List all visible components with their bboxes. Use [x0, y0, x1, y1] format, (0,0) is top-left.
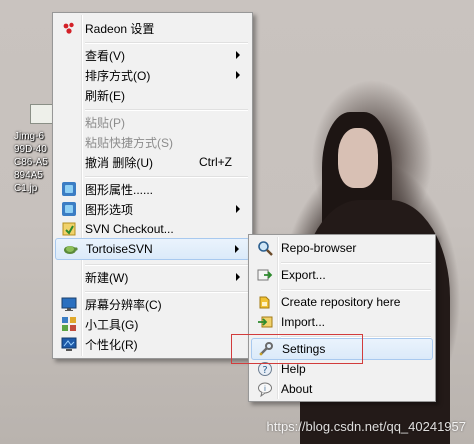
svg-text:i: i — [264, 385, 266, 393]
menu-item-label: 图形属性...... — [85, 182, 154, 197]
wallpaper-figure-face — [338, 128, 378, 188]
menu-item-label: 刷新(E) — [85, 88, 125, 103]
menu-item-paste[interactable]: 粘贴(P) — [55, 111, 250, 133]
menu-item-view[interactable]: 查看(V) — [55, 44, 250, 66]
menu-item-shortcut: Ctrl+Z — [199, 155, 232, 169]
menu-item-graphics-properties[interactable]: 图形属性...... — [55, 178, 250, 200]
menu-item-refresh[interactable]: 刷新(E) — [55, 84, 250, 106]
menu-item-label: 新建(W) — [85, 270, 129, 285]
menu-item-label: 个性化(R) — [85, 337, 138, 352]
radeon-icon — [61, 20, 77, 36]
menu-item-graphics-options[interactable]: 图形选项 — [55, 198, 250, 220]
menu-item-label: 撤消 删除(U) — [85, 155, 153, 170]
menu-item-import[interactable]: Import... — [251, 311, 433, 333]
menu-item-about[interactable]: i About — [251, 378, 433, 400]
menu-item-paste-shortcut[interactable]: 粘贴快捷方式(S) — [55, 131, 250, 153]
submenu-arrow-icon — [236, 51, 240, 59]
menu-item-label: 查看(V) — [85, 48, 125, 63]
menu-item-label: Repo-browser — [281, 241, 357, 255]
gadgets-icon — [61, 316, 77, 332]
menu-item-export[interactable]: Export... — [251, 264, 433, 286]
svn-checkout-icon — [61, 221, 77, 237]
menu-item-tortoisesvn[interactable]: TortoiseSVN — [55, 238, 250, 260]
submenu-arrow-icon — [236, 71, 240, 79]
graphics-options-icon — [61, 201, 77, 217]
submenu-arrow-icon — [236, 273, 240, 281]
menu-item-svn-checkout[interactable]: SVN Checkout... — [55, 218, 250, 240]
menu-item-create-repository[interactable]: Create repository here — [251, 291, 433, 313]
submenu-arrow-icon — [235, 245, 239, 253]
menu-item-label: About — [281, 382, 313, 396]
about-icon: i — [257, 381, 273, 397]
menu-item-label: 排序方式(O) — [85, 68, 151, 83]
svg-text:?: ? — [262, 365, 267, 376]
menu-item-new[interactable]: 新建(W) — [55, 266, 250, 288]
tortoisesvn-submenu: Repo-browser Export... Create repository… — [248, 234, 436, 402]
menu-item-label: 图形选项 — [85, 202, 134, 217]
export-icon — [257, 267, 273, 283]
menu-item-label: 小工具(G) — [85, 317, 139, 332]
submenu-arrow-icon — [236, 205, 240, 213]
menu-item-personalize[interactable]: 个性化(R) — [55, 333, 250, 355]
watermark-text: https://blog.csdn.net/qq_40241957 — [266, 419, 467, 434]
menu-item-radeon-settings[interactable]: Radeon 设置 — [55, 17, 250, 39]
menu-item-screen-resolution[interactable]: 屏幕分辨率(C) — [55, 293, 250, 315]
red-annotation-box — [231, 334, 363, 364]
menu-item-sort-by[interactable]: 排序方式(O) — [55, 64, 250, 86]
menu-item-label: Help — [281, 362, 306, 376]
menu-item-label: 粘贴(P) — [85, 115, 125, 130]
menu-item-label: Radeon 设置 — [85, 21, 155, 36]
menu-item-label: Create repository here — [281, 295, 401, 309]
graphics-properties-icon — [61, 181, 77, 197]
menu-item-label: 屏幕分辨率(C) — [85, 297, 162, 312]
create-repository-icon — [257, 294, 273, 310]
import-icon — [257, 314, 273, 330]
menu-item-label: Import... — [281, 315, 326, 329]
menu-item-label: TortoiseSVN — [86, 242, 153, 256]
menu-item-label: 粘贴快捷方式(S) — [85, 135, 173, 150]
screen-resolution-icon — [61, 296, 77, 312]
menu-item-repo-browser[interactable]: Repo-browser — [251, 237, 433, 259]
menu-item-undo-delete[interactable]: 撤消 删除(U) Ctrl+Z — [55, 151, 250, 173]
menu-item-label: SVN Checkout... — [85, 222, 174, 236]
desktop-context-menu: Radeon 设置 查看(V) 排序方式(O) 刷新(E) 粘贴(P) 粘贴快捷… — [52, 12, 253, 359]
menu-item-label: Export... — [281, 268, 326, 282]
personalize-icon — [61, 336, 77, 352]
tortoisesvn-icon — [62, 241, 78, 257]
repo-browser-icon — [257, 240, 273, 256]
menu-item-gadgets[interactable]: 小工具(G) — [55, 313, 250, 335]
